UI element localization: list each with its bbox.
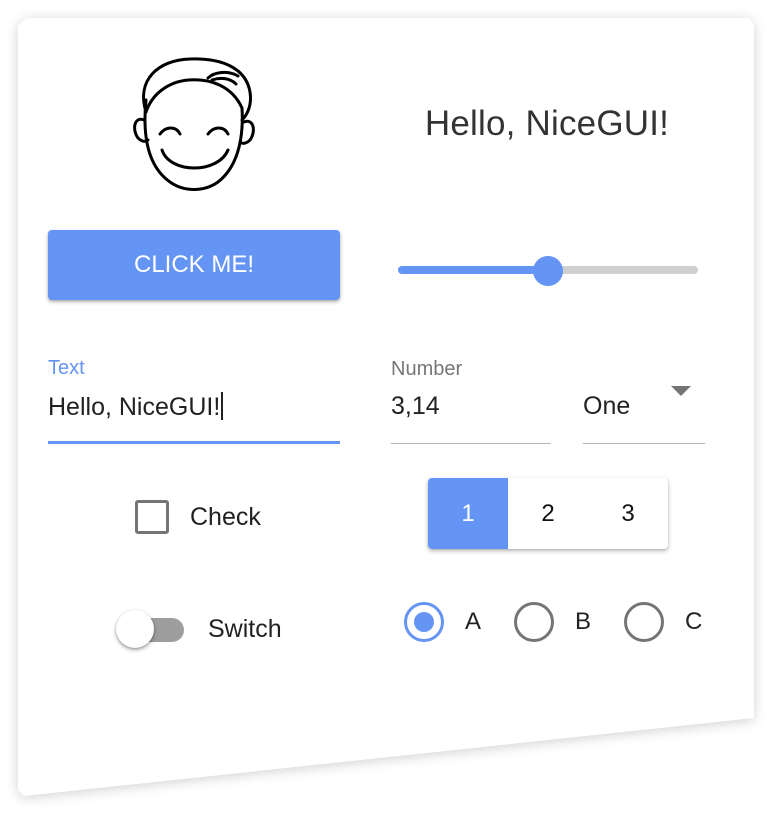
switch-toggle[interactable]	[114, 608, 186, 650]
slider-fill	[398, 266, 548, 274]
number-input-value[interactable]: 3,14	[391, 392, 440, 421]
text-input-value-wrap[interactable]: Hello, NiceGUI!	[48, 392, 224, 422]
checkbox[interactable]: Check	[135, 497, 261, 537]
switch-thumb[interactable]	[116, 610, 154, 648]
select-dropdown[interactable]: One	[583, 352, 705, 444]
radio-group[interactable]: A B C	[404, 601, 702, 643]
radio-option-c[interactable]: C	[624, 602, 702, 642]
number-input-underline	[391, 443, 551, 444]
toggle-option-2[interactable]: 2	[508, 478, 588, 549]
click-me-button[interactable]: CLICK ME!	[48, 230, 340, 300]
radio-button-a[interactable]	[404, 602, 444, 642]
text-input-underline	[48, 441, 340, 444]
radio-label-a[interactable]: A	[465, 608, 481, 636]
checkbox-label[interactable]: Check	[190, 503, 261, 532]
select-value[interactable]: One	[583, 392, 630, 421]
text-cursor	[221, 392, 224, 420]
dropdown-arrow-icon[interactable]	[671, 386, 691, 396]
smiling-face-icon	[133, 57, 255, 191]
number-input-field[interactable]: Number 3,14	[391, 352, 551, 444]
toggle-button-group[interactable]: 1 2 3	[428, 478, 668, 549]
radio-label-c[interactable]: C	[685, 608, 702, 636]
greeting-label: Hello, NiceGUI!	[424, 104, 670, 143]
number-input-label: Number	[391, 358, 463, 380]
text-input-value[interactable]: Hello, NiceGUI!	[48, 393, 220, 421]
switch-label[interactable]: Switch	[208, 615, 282, 644]
text-input-field[interactable]: Text Hello, NiceGUI!	[48, 352, 340, 444]
slider-thumb[interactable]	[533, 256, 563, 286]
slider[interactable]	[398, 256, 698, 286]
radio-label-b[interactable]: B	[575, 608, 591, 636]
text-input-label: Text	[48, 357, 85, 379]
radio-option-b[interactable]: B	[514, 602, 591, 642]
radio-option-a[interactable]: A	[404, 602, 481, 642]
select-underline	[583, 443, 705, 444]
switch[interactable]: Switch	[114, 608, 282, 650]
toggle-option-1[interactable]: 1	[428, 478, 508, 549]
toggle-option-3[interactable]: 3	[588, 478, 668, 549]
radio-button-b[interactable]	[514, 602, 555, 642]
radio-button-c[interactable]	[624, 602, 665, 642]
checkbox-box[interactable]	[135, 500, 169, 534]
